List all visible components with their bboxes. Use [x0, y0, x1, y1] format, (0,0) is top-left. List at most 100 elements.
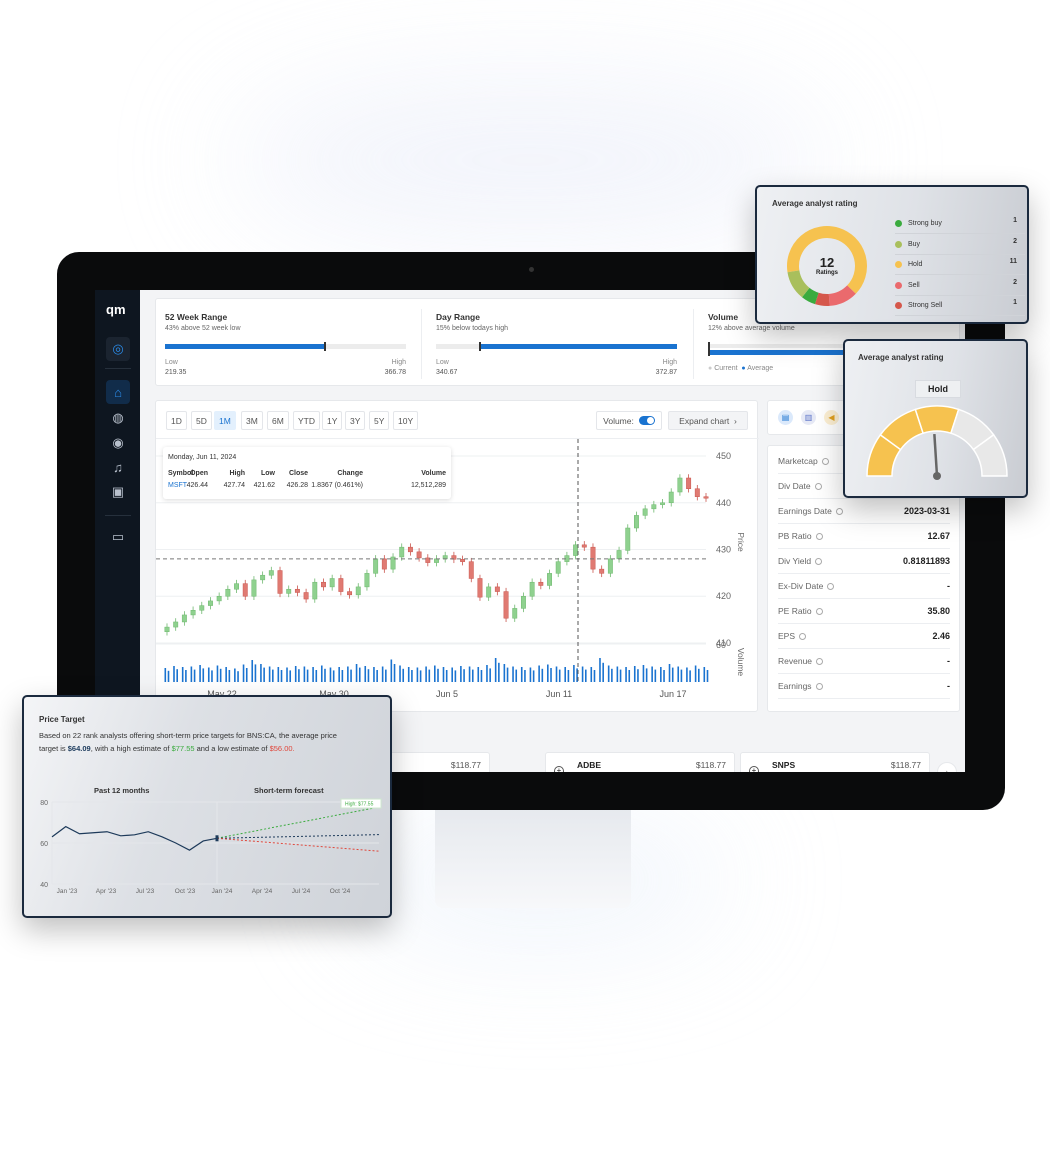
volume-bar [176, 669, 178, 682]
briefcase-icon[interactable]: ▣ [106, 480, 130, 504]
volume-bar [347, 666, 349, 682]
volume-bar [686, 667, 688, 682]
volume-toggle[interactable]: Volume: [596, 411, 662, 430]
timeframe-5d[interactable]: 5D [191, 411, 212, 430]
metric-value: - [947, 681, 950, 691]
chart-tooltip: Monday, Jun 11, 2024 Symbol MSFT Open 426.4… [163, 447, 451, 499]
high-badge-label: High: $77.55 [345, 802, 374, 808]
timeframe-1y[interactable]: 1Y [322, 411, 343, 430]
gauge-needle [933, 434, 939, 477]
info-icon[interactable] [815, 683, 823, 691]
info-icon[interactable] [814, 483, 822, 491]
volume-bar [532, 670, 535, 682]
tooltip-header: Open [190, 470, 208, 477]
volume-bar [564, 667, 567, 682]
metric-row: Ex-Div Date - [778, 574, 950, 599]
compass-icon[interactable]: ◎ [106, 337, 130, 361]
volume-bar [416, 667, 419, 682]
volume-bar [164, 668, 167, 682]
tick-label: 60 [40, 841, 48, 848]
candle [355, 586, 361, 596]
volume-bar [694, 665, 697, 682]
volume-bar [294, 666, 297, 682]
volume-bar [628, 670, 631, 682]
candle [686, 477, 692, 489]
expand-chart-button[interactable]: Expand chart › [668, 411, 748, 430]
volume-bar [573, 665, 575, 682]
volume-bar [524, 670, 526, 682]
analyst-rating-card: Average analyst rating 12 Ratings Strong… [755, 185, 1029, 324]
volume-bar [494, 658, 497, 682]
timeframe-10y[interactable]: 10Y [393, 411, 419, 430]
legend-item: Sell 2 [895, 276, 1025, 296]
volume-bar [625, 667, 627, 682]
candle [573, 544, 579, 556]
candle [625, 527, 631, 551]
eye-icon[interactable]: ◉ [106, 431, 130, 455]
candle [347, 591, 353, 596]
candle [268, 570, 274, 576]
add-chart-icon[interactable]: ▤ [778, 410, 793, 425]
volume-bar [512, 666, 514, 682]
timeframe-3m[interactable]: 3M [241, 411, 263, 430]
info-icon[interactable] [821, 458, 829, 466]
card-title: Price Target [39, 715, 85, 724]
timeframe-1d[interactable]: 1D [166, 411, 187, 430]
megaphone-icon[interactable]: ◀ [824, 410, 839, 425]
monitor-icon[interactable]: ▭ [106, 525, 130, 549]
volume-bar [463, 669, 465, 682]
calendar-icon[interactable]: ▥ [801, 410, 816, 425]
metric-value: 0.81811893 [902, 556, 950, 566]
candle [668, 491, 674, 504]
home-icon[interactable]: ⌂ [106, 380, 130, 404]
volume-bar [207, 667, 210, 682]
add-icon[interactable]: + [749, 766, 759, 772]
volume-bar [303, 666, 306, 682]
add-icon[interactable]: + [554, 766, 564, 772]
volume-bar [350, 669, 352, 682]
candle [407, 546, 413, 553]
candle [703, 496, 709, 499]
volume-bar [645, 668, 648, 682]
volume-tick: 60 [716, 640, 726, 650]
info-icon[interactable] [815, 558, 823, 566]
info-icon[interactable] [835, 508, 843, 516]
stat-52-week: 52 Week Range 43% above 52 week low Low … [165, 312, 406, 376]
timeframe-1m[interactable]: 1M [214, 411, 236, 430]
candle [373, 558, 379, 574]
tick-label: Jul '24 [292, 888, 311, 895]
metric-label: Marketcap [778, 456, 818, 466]
bell-icon[interactable]: ♫ [106, 455, 130, 479]
info-icon[interactable] [816, 658, 824, 666]
timeframe-ytd[interactable]: YTD [293, 411, 320, 430]
info-icon[interactable] [815, 608, 823, 616]
tooltip-cell: 421.62 [253, 482, 275, 489]
info-icon[interactable] [827, 583, 835, 591]
ticker-card[interactable]: + SNPS $118.77 [740, 752, 930, 772]
legend-item: Strong buy 1 [895, 214, 1025, 234]
volume-bar [619, 669, 622, 682]
stat-day-range: Day Range 15% below todays high Low 340.… [436, 312, 677, 376]
volume-bar [367, 669, 370, 682]
tooltip-header: Change [337, 470, 363, 477]
timeframe-5y[interactable]: 5Y [369, 411, 390, 430]
info-icon[interactable] [799, 633, 807, 641]
timeframe-3y[interactable]: 3Y [345, 411, 366, 430]
volume-bar [599, 658, 601, 682]
ticker-card[interactable]: + ADBE $118.77 [545, 752, 735, 772]
metric-value: - [947, 581, 950, 591]
globe-icon[interactable]: ◍ [106, 406, 130, 430]
candle [277, 570, 283, 594]
candle [468, 561, 474, 579]
candle [181, 614, 187, 623]
candle [173, 621, 179, 628]
metric-row: EPS 2.46 [778, 624, 950, 649]
volume-bar [703, 667, 706, 682]
tick-label: 450 [716, 451, 731, 461]
timeframe-6m[interactable]: 6M [267, 411, 289, 430]
volume-bar [376, 670, 378, 682]
info-icon[interactable] [815, 533, 823, 541]
tooltip-header: High [229, 470, 245, 477]
volume-bar [515, 669, 518, 682]
next-arrow-button[interactable]: › [937, 762, 957, 772]
